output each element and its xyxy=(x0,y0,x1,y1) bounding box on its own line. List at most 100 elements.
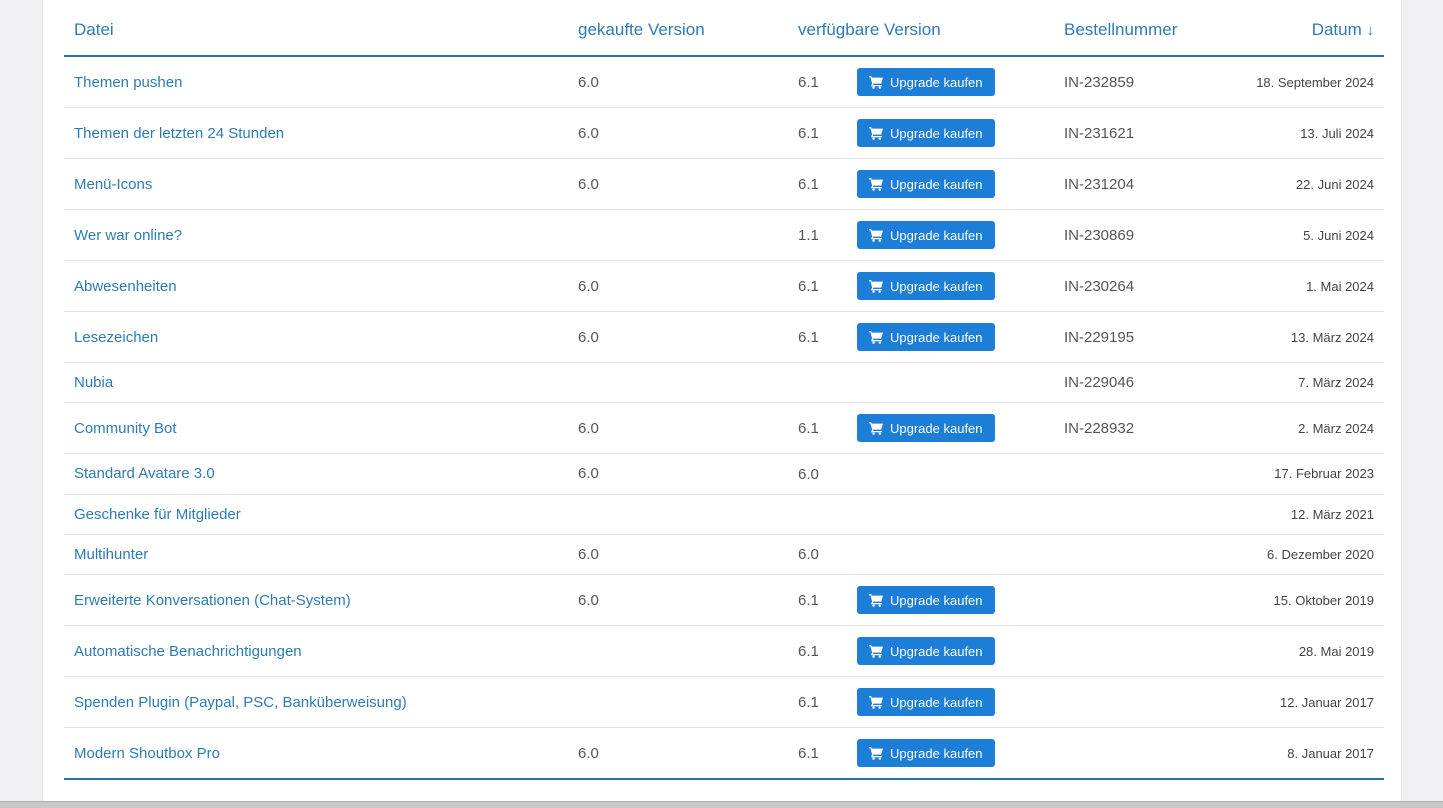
column-header-file[interactable]: Datei xyxy=(64,8,568,56)
file-link[interactable]: Themen pushen xyxy=(74,74,182,91)
cart-icon xyxy=(869,593,883,607)
date-cell: 13. März 2024 xyxy=(1224,312,1384,363)
file-link[interactable]: Themen der letzten 24 Stunden xyxy=(74,125,284,142)
date-cell: 12. Januar 2017 xyxy=(1224,677,1384,728)
file-link[interactable]: Abwesenheiten xyxy=(74,278,177,295)
purchased-files-panel: Datei gekaufte Version verfügbare Versio… xyxy=(42,0,1402,801)
available-version-cell xyxy=(788,494,1054,534)
date-cell: 1. Mai 2024 xyxy=(1224,261,1384,312)
buy-upgrade-button[interactable]: Upgrade kaufen xyxy=(857,119,995,147)
buy-upgrade-button-label: Upgrade kaufen xyxy=(890,75,983,90)
order-number-cell: IN-230869 xyxy=(1054,210,1224,261)
date-cell: 28. Mai 2019 xyxy=(1224,626,1384,677)
purchased-version-cell xyxy=(568,626,788,677)
buy-upgrade-button[interactable]: Upgrade kaufen xyxy=(857,586,995,614)
buy-upgrade-button[interactable]: Upgrade kaufen xyxy=(857,221,995,249)
file-link[interactable]: Modern Shoutbox Pro xyxy=(74,745,220,762)
column-header-date[interactable]: Datum ↓ xyxy=(1224,8,1384,56)
purchased-version-cell: 6.0 xyxy=(568,261,788,312)
order-number-cell: IN-228932 xyxy=(1054,403,1224,454)
purchased-version-cell: 6.0 xyxy=(568,56,788,108)
table-row: Erweiterte Konversationen (Chat-System) … xyxy=(64,575,1384,626)
available-version-value: 6.1 xyxy=(798,125,857,142)
order-number-cell xyxy=(1054,454,1224,495)
purchased-version-cell: 6.0 xyxy=(568,575,788,626)
date-cell: 13. Juli 2024 xyxy=(1224,108,1384,159)
file-link[interactable]: Wer war online? xyxy=(74,227,182,244)
available-version-cell: 6.1 Upgrade kaufen xyxy=(788,261,1054,312)
buy-upgrade-button[interactable]: Upgrade kaufen xyxy=(857,637,995,665)
order-number-cell: IN-231204 xyxy=(1054,159,1224,210)
sort-descending-icon: ↓ xyxy=(1367,22,1375,39)
file-link[interactable]: Automatische Benachrichtigungen xyxy=(74,643,302,660)
table-row: Menü-Icons 6.0 6.1 Upgrade kaufen IN-231… xyxy=(64,159,1384,210)
cart-icon xyxy=(869,695,883,709)
column-header-purchased-version[interactable]: gekaufte Version xyxy=(568,8,788,56)
cart-icon xyxy=(869,644,883,658)
buy-upgrade-button[interactable]: Upgrade kaufen xyxy=(857,739,995,767)
table-row: Multihunter 6.0 6.0 6. Dezember 2020 xyxy=(64,534,1384,575)
file-link[interactable]: Multihunter xyxy=(74,546,148,563)
available-version-cell: 6.0 xyxy=(788,454,1054,495)
buy-upgrade-button[interactable]: Upgrade kaufen xyxy=(857,688,995,716)
buy-upgrade-button-label: Upgrade kaufen xyxy=(890,330,983,345)
table-row: Spenden Plugin (Paypal, PSC, Banküberwei… xyxy=(64,677,1384,728)
horizontal-scrollbar-thumb[interactable] xyxy=(0,801,1443,808)
available-version-cell: 6.1 Upgrade kaufen xyxy=(788,677,1054,728)
available-version-cell: 1.1 Upgrade kaufen xyxy=(788,210,1054,261)
order-number-cell xyxy=(1054,575,1224,626)
purchased-version-cell: 6.0 xyxy=(568,454,788,495)
horizontal-scrollbar xyxy=(0,801,1443,808)
table-row: Nubia IN-229046 7. März 2024 xyxy=(64,363,1384,403)
buy-upgrade-button[interactable]: Upgrade kaufen xyxy=(857,323,995,351)
buy-upgrade-button-label: Upgrade kaufen xyxy=(890,593,983,608)
available-version-cell: 6.1 Upgrade kaufen xyxy=(788,403,1054,454)
purchased-version-cell xyxy=(568,210,788,261)
file-link[interactable]: Nubia xyxy=(74,374,113,391)
available-version-value: 1.1 xyxy=(798,227,857,244)
column-header-available-version[interactable]: verfügbare Version xyxy=(788,8,1054,56)
date-cell: 5. Juni 2024 xyxy=(1224,210,1384,261)
file-link[interactable]: Community Bot xyxy=(74,420,177,437)
cart-icon xyxy=(869,330,883,344)
order-number-cell: IN-230264 xyxy=(1054,261,1224,312)
cart-icon xyxy=(869,228,883,242)
buy-upgrade-button-label: Upgrade kaufen xyxy=(890,126,983,141)
date-cell: 17. Februar 2023 xyxy=(1224,454,1384,495)
buy-upgrade-button-label: Upgrade kaufen xyxy=(890,421,983,436)
date-cell: 15. Oktober 2019 xyxy=(1224,575,1384,626)
buy-upgrade-button[interactable]: Upgrade kaufen xyxy=(857,272,995,300)
available-version-cell: 6.1 Upgrade kaufen xyxy=(788,626,1054,677)
purchased-version-cell xyxy=(568,677,788,728)
table-row: Wer war online? 1.1 Upgrade kaufen IN-23… xyxy=(64,210,1384,261)
table-header: Datei gekaufte Version verfügbare Versio… xyxy=(64,8,1384,56)
purchased-version-cell xyxy=(568,494,788,534)
order-number-cell xyxy=(1054,494,1224,534)
available-version-value: 6.1 xyxy=(798,176,857,193)
file-link[interactable]: Erweiterte Konversationen (Chat-System) xyxy=(74,592,351,609)
order-number-cell xyxy=(1054,728,1224,780)
available-version-cell: 6.1 Upgrade kaufen xyxy=(788,159,1054,210)
buy-upgrade-button[interactable]: Upgrade kaufen xyxy=(857,414,995,442)
available-version-value: 6.1 xyxy=(798,74,857,91)
available-version-value: 6.0 xyxy=(798,546,857,563)
order-number-cell: IN-229195 xyxy=(1054,312,1224,363)
buy-upgrade-button[interactable]: Upgrade kaufen xyxy=(857,68,995,96)
file-link[interactable]: Geschenke für Mitglieder xyxy=(74,506,241,523)
available-version-value: 6.1 xyxy=(798,694,857,711)
purchased-version-cell: 6.0 xyxy=(568,728,788,780)
available-version-value: 6.0 xyxy=(798,466,857,483)
file-link[interactable]: Standard Avatare 3.0 xyxy=(74,465,215,482)
buy-upgrade-button[interactable]: Upgrade kaufen xyxy=(857,170,995,198)
file-link[interactable]: Spenden Plugin (Paypal, PSC, Banküberwei… xyxy=(74,694,407,711)
order-number-cell: IN-231621 xyxy=(1054,108,1224,159)
table-row: Automatische Benachrichtigungen 6.1 Upgr… xyxy=(64,626,1384,677)
date-cell: 7. März 2024 xyxy=(1224,363,1384,403)
file-link[interactable]: Menü-Icons xyxy=(74,176,152,193)
table-body: Themen pushen 6.0 6.1 Upgrade kaufen IN-… xyxy=(64,56,1384,779)
buy-upgrade-button-label: Upgrade kaufen xyxy=(890,279,983,294)
purchased-files-table: Datei gekaufte Version verfügbare Versio… xyxy=(64,8,1384,780)
column-header-order-number[interactable]: Bestellnummer xyxy=(1054,8,1224,56)
file-link[interactable]: Lesezeichen xyxy=(74,329,158,346)
table-row: Abwesenheiten 6.0 6.1 Upgrade kaufen IN-… xyxy=(64,261,1384,312)
